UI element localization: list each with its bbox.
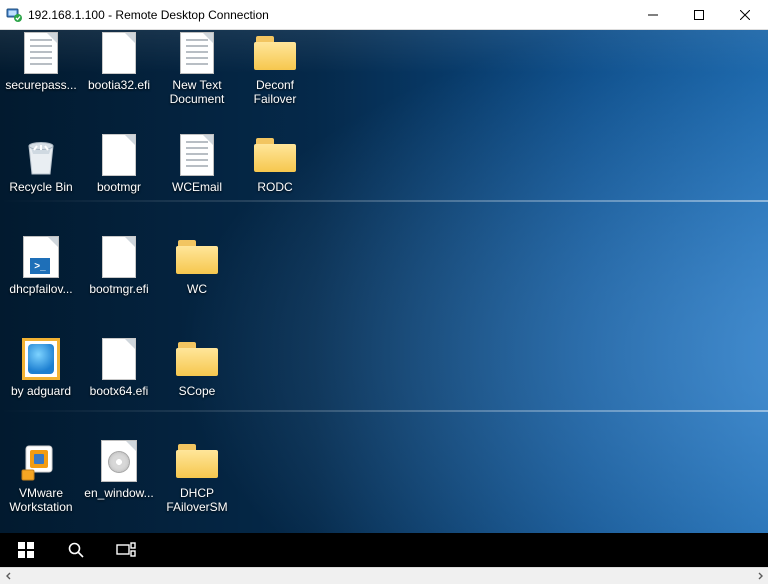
desktop-icons-grid: securepass... bootia32.efi New Text Docume…: [0, 30, 314, 538]
folder-icon: [176, 338, 218, 380]
window-title: 192.168.1.100 - Remote Desktop Connectio…: [28, 8, 269, 22]
remote-viewport: securepass... bootia32.efi New Text Docume…: [0, 30, 768, 567]
securepass-file[interactable]: securepass...: [2, 30, 80, 128]
deconf-failover[interactable]: Deconf Failover: [236, 30, 314, 128]
dhcp-failoversm[interactable]: DHCP FAiloverSM: [158, 436, 236, 536]
scrollbar-track[interactable]: [17, 568, 751, 584]
desktop-icon-label: bootx64.efi: [90, 384, 149, 398]
folder-icon: [254, 32, 296, 74]
desktop-icon-label: bootia32.efi: [88, 78, 150, 92]
desktop-icon-label: securepass...: [5, 78, 76, 92]
chm-icon: [20, 338, 62, 380]
desktop-icon-label: by adguard: [11, 384, 71, 398]
folder-icon: [176, 236, 218, 278]
maximize-button[interactable]: [676, 0, 722, 30]
desktop-icon-label: bootmgr: [97, 180, 141, 194]
rdp-icon: [6, 7, 22, 23]
desktop-icon-label: RODC: [257, 180, 292, 194]
search-button[interactable]: [54, 533, 98, 567]
text-icon: [176, 32, 218, 74]
scroll-right-button[interactable]: [751, 568, 768, 584]
recycle-bin[interactable]: Recycle Bin: [2, 130, 80, 230]
bootx64-efi[interactable]: bootx64.efi: [80, 334, 158, 434]
desktop-icon-label: bootmgr.efi: [89, 282, 148, 296]
vmware-workstation[interactable]: VMware Workstation: [2, 436, 80, 536]
desktop-icon-label: WCEmail: [172, 180, 222, 194]
desktop-icon-label: Deconf Failover: [237, 78, 313, 106]
desktop-icon-label: Recycle Bin: [9, 180, 72, 194]
new-text-doc[interactable]: New Text Document: [158, 30, 236, 128]
blank-icon: [98, 32, 140, 74]
bootmgr[interactable]: bootmgr: [80, 130, 158, 230]
dhcpfailover-ps1[interactable]: >_ dhcpfailov...: [2, 232, 80, 332]
en-windows-iso[interactable]: en_window...: [80, 436, 158, 536]
remote-desktop[interactable]: securepass... bootia32.efi New Text Docume…: [0, 30, 768, 567]
recycle-bin-icon: [20, 134, 62, 176]
desktop-icon-label: dhcpfailov...: [9, 282, 72, 296]
horizontal-scrollbar[interactable]: [0, 567, 768, 584]
wcemail[interactable]: WCEmail: [158, 130, 236, 230]
start-button[interactable]: [4, 533, 48, 567]
by-adguard[interactable]: by adguard: [2, 334, 80, 434]
scope-folder[interactable]: SCope: [158, 334, 236, 434]
bootia32-efi[interactable]: bootia32.efi: [80, 30, 158, 128]
ps1-icon: >_: [20, 236, 62, 278]
remote-taskbar: [0, 533, 768, 567]
blank-icon: [98, 338, 140, 380]
blank-icon: [98, 134, 140, 176]
vmware-icon: [20, 440, 62, 482]
bootmgr-efi[interactable]: bootmgr.efi: [80, 232, 158, 332]
rodc[interactable]: RODC: [236, 130, 314, 230]
desktop-icon-label: en_window...: [84, 486, 153, 500]
desktop-icon-label: WC: [187, 282, 207, 296]
text-icon: [20, 32, 62, 74]
blank-icon: [98, 236, 140, 278]
folder-icon: [176, 440, 218, 482]
minimize-button[interactable]: [630, 0, 676, 30]
desktop-icon-label: New Text Document: [159, 78, 235, 106]
desktop-icon-label: SCope: [179, 384, 216, 398]
close-button[interactable]: [722, 0, 768, 30]
scroll-left-button[interactable]: [0, 568, 17, 584]
wc-folder[interactable]: WC: [158, 232, 236, 332]
window-titlebar: 192.168.1.100 - Remote Desktop Connectio…: [0, 0, 768, 30]
desktop-icon-label: DHCP FAiloverSM: [159, 486, 235, 514]
task-view-button[interactable]: [104, 533, 148, 567]
desktop-icon-label: VMware Workstation: [3, 486, 79, 514]
iso-icon: [98, 440, 140, 482]
text-icon: [176, 134, 218, 176]
folder-icon: [254, 134, 296, 176]
